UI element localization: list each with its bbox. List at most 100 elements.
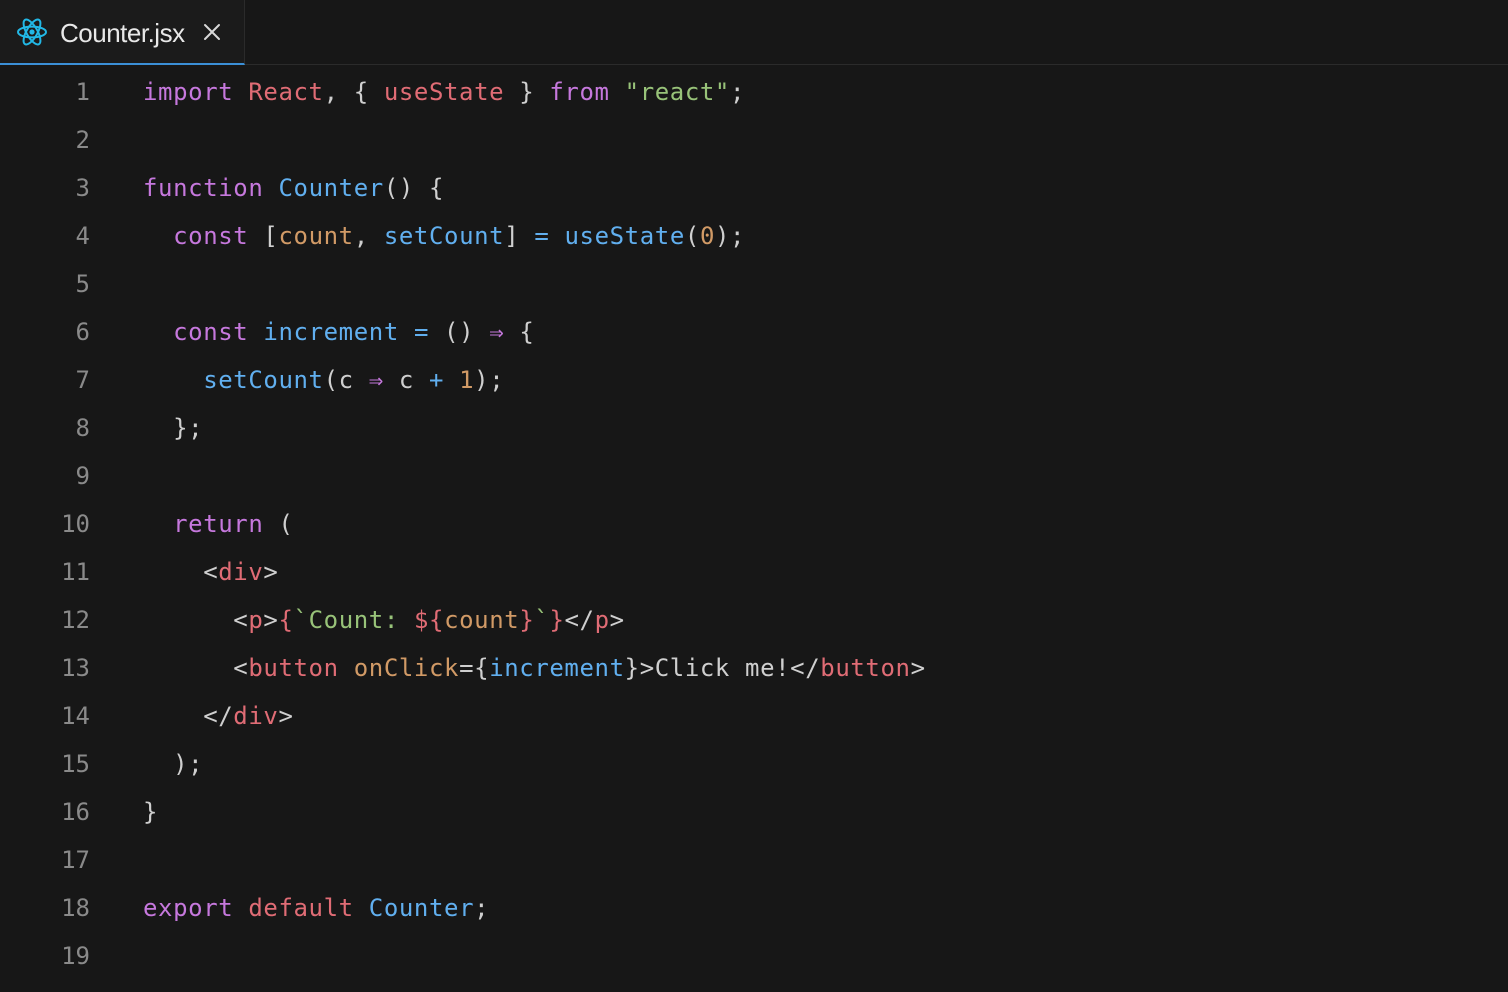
line-code: const [count, setCount] = useState(0);	[143, 212, 745, 260]
code-line[interactable]: 11 <div>	[0, 548, 1508, 596]
tab-counter-jsx[interactable]: Counter.jsx	[0, 0, 245, 65]
code-line[interactable]: 17	[0, 836, 1508, 884]
code-token: >	[263, 606, 279, 634]
code-token: <	[143, 606, 249, 634]
code-line[interactable]: 9	[0, 452, 1508, 500]
code-token: ()	[429, 318, 490, 346]
react-icon	[16, 17, 48, 47]
code-token: }	[549, 606, 565, 634]
code-token: ⇒	[368, 366, 384, 394]
code-token: </	[143, 702, 234, 730]
code-token: onClick	[353, 654, 460, 682]
line-code: };	[143, 404, 203, 452]
code-line[interactable]: 6 const increment = () ⇒ {	[0, 308, 1508, 356]
code-token: import	[143, 78, 234, 106]
line-number: 14	[61, 702, 90, 730]
code-token: const	[173, 222, 249, 250]
code-editor[interactable]: Counter.jsx 1 import React, { useState } …	[0, 0, 1508, 992]
code-line[interactable]: 2	[0, 116, 1508, 164]
code-token: div	[218, 558, 264, 586]
code-line[interactable]: 12 <p>{`Count: ${count}`}</p>	[0, 596, 1508, 644]
code-line[interactable]: 19	[0, 932, 1508, 980]
code-token: +	[428, 366, 445, 394]
line-code: setCount(c ⇒ c + 1);	[143, 356, 504, 404]
code-line[interactable]: 8 };	[0, 404, 1508, 452]
code-token: () {	[383, 174, 445, 202]
line-number: 8	[75, 414, 90, 442]
code-token: div	[233, 702, 279, 730]
code-token: const	[173, 318, 249, 346]
code-token: }	[519, 606, 535, 634]
line-number: 13	[61, 654, 90, 682]
code-line[interactable]: 5	[0, 260, 1508, 308]
line-number: 11	[61, 558, 90, 586]
code-token: ${	[413, 606, 445, 634]
code-line[interactable]: 1 import React, { useState } from "react"…	[0, 68, 1508, 116]
code-token: p	[594, 606, 610, 634]
line-number: 12	[61, 606, 90, 634]
code-token: increment	[489, 654, 625, 682]
line-number: 5	[75, 270, 90, 298]
line-number: 9	[75, 462, 90, 490]
code-line[interactable]: 16}	[0, 788, 1508, 836]
line-code: <p>{`Count: ${count}`}</p>	[143, 596, 625, 644]
code-token: useState	[383, 78, 505, 106]
line-code: function Counter() {	[143, 164, 444, 212]
line-number: 18	[61, 894, 90, 922]
code-area[interactable]: 1 import React, { useState } from "react"…	[0, 68, 1508, 980]
code-token: [	[248, 222, 279, 250]
code-token: ={	[459, 654, 490, 682]
code-line[interactable]: 14 </div>	[0, 692, 1508, 740]
code-token: </	[564, 606, 595, 634]
close-icon[interactable]	[202, 22, 222, 42]
code-token: from	[549, 78, 610, 106]
code-token: );	[715, 222, 746, 250]
code-line[interactable]: 18 export default Counter;	[0, 884, 1508, 932]
code-line[interactable]: 15 );	[0, 740, 1508, 788]
code-token: 0	[699, 222, 715, 250]
line-code: }	[143, 788, 158, 836]
code-token: React	[248, 78, 324, 106]
code-token: };	[143, 414, 204, 442]
code-token: count	[278, 222, 354, 250]
code-token: useState	[564, 222, 685, 250]
code-token: setCount	[203, 366, 324, 394]
line-code: return (	[143, 500, 294, 548]
line-number: 7	[75, 366, 90, 394]
code-token: "react"	[624, 78, 730, 106]
code-token: );	[474, 366, 505, 394]
code-token: {	[504, 318, 535, 346]
code-token: Counter	[278, 174, 384, 202]
code-token: setCount	[383, 222, 505, 250]
code-token: increment	[263, 318, 399, 346]
code-token: ]	[504, 222, 535, 250]
code-line[interactable]: 3 function Counter() {	[0, 164, 1508, 212]
code-token: p	[248, 606, 264, 634]
line-number: 4	[75, 222, 90, 250]
line-number: 16	[61, 798, 90, 826]
code-line[interactable]: 13 <button onClick={increment}>Click me!…	[0, 644, 1508, 692]
code-token: =	[534, 222, 550, 250]
line-number: 3	[75, 174, 90, 202]
code-token: function	[143, 174, 264, 202]
line-code: import React, { useState } from "react";	[143, 68, 745, 116]
code-line[interactable]: 4 const [count, setCount] = useState(0);	[0, 212, 1508, 260]
code-line[interactable]: 7 setCount(c ⇒ c + 1);	[0, 356, 1508, 404]
code-token: ;	[474, 894, 490, 922]
code-token: count	[444, 606, 520, 634]
code-token: (	[263, 510, 294, 538]
code-line[interactable]: 10 return (	[0, 500, 1508, 548]
code-token: `Count:	[293, 606, 414, 634]
line-number: 6	[75, 318, 90, 346]
line-code: </div>	[143, 692, 294, 740]
line-code: );	[143, 740, 203, 788]
code-token: ⇒	[489, 318, 505, 346]
